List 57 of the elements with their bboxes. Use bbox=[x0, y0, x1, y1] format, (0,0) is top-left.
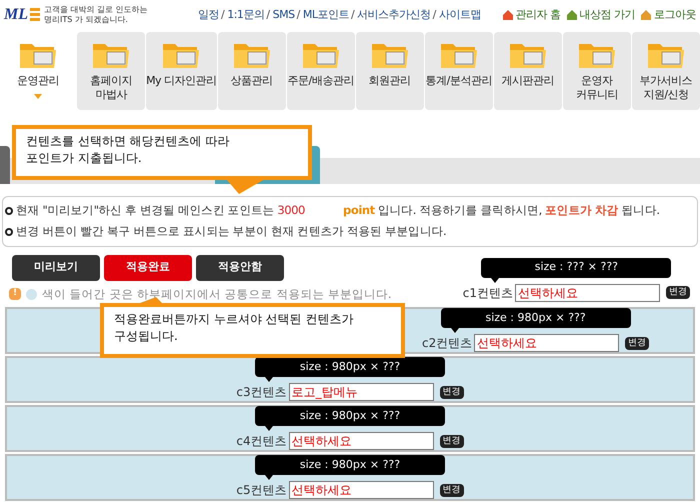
slot-label: c4컨텐츠 bbox=[236, 433, 287, 450]
change-button[interactable]: 변경 bbox=[666, 286, 690, 299]
bullet-icon bbox=[5, 206, 13, 215]
nav-menu-item[interactable]: 운영관리 bbox=[0, 32, 76, 110]
header-link[interactable]: 서비스추가신청 bbox=[357, 6, 431, 24]
nav-menu-item[interactable]: 회원관리 bbox=[356, 32, 424, 110]
change-button[interactable]: 변경 bbox=[440, 434, 464, 448]
slot-label: c1컨텐츠 bbox=[462, 284, 513, 302]
nav-menu-item[interactable]: 상품관리 bbox=[218, 32, 286, 110]
size-label: size : 980px × ??? bbox=[440, 308, 631, 334]
header-link[interactable]: ML포인트 bbox=[302, 6, 349, 24]
size-label: size : 980px × ??? bbox=[254, 357, 445, 382]
slot-label: c3컨텐츠 bbox=[236, 384, 287, 402]
quick-link[interactable]: 로그아웃 bbox=[640, 6, 696, 24]
link-separator: / bbox=[266, 6, 270, 23]
nav-menu-item[interactable]: 주문/배송관리 bbox=[286, 32, 355, 110]
size-label: size : 980px × ??? bbox=[254, 406, 445, 432]
quick-link[interactable]: 내상점 가기 bbox=[566, 6, 635, 24]
size-label: size : 980px × ??? bbox=[254, 455, 445, 480]
nav-menu-item[interactable]: 통계/분석관리 bbox=[424, 32, 493, 110]
change-button[interactable]: 변경 bbox=[440, 386, 464, 399]
size-label: size : ??? × ??? bbox=[481, 258, 672, 282]
nav-menu-item[interactable]: 홈페이지 마법사 bbox=[77, 32, 146, 110]
nav-menu-item[interactable]: My 디자인관리 bbox=[146, 32, 217, 110]
header-link[interactable]: 1:1문의 bbox=[227, 6, 264, 24]
bullet-icon bbox=[5, 228, 13, 236]
nav-menu-item[interactable]: 운영자 커뮤니티 bbox=[562, 32, 631, 110]
caret-icon bbox=[34, 94, 42, 99]
house-icon bbox=[502, 9, 514, 21]
slot-label: c5컨텐츠 bbox=[236, 482, 287, 500]
action-button[interactable]: 적용완료 bbox=[104, 254, 192, 280]
nav-menu-item[interactable]: 게시판관리 bbox=[494, 32, 562, 110]
link-separator: / bbox=[432, 6, 436, 23]
change-button[interactable]: 변경 bbox=[440, 484, 464, 497]
action-button[interactable]: 적용안함 bbox=[196, 254, 284, 280]
action-button[interactable]: 미리보기 bbox=[12, 254, 100, 280]
slot-label: c2컨텐츠 bbox=[422, 335, 472, 352]
change-button[interactable]: 변경 bbox=[625, 336, 650, 350]
nav-menu-item[interactable]: 부가서비스 지원/신청 bbox=[632, 32, 700, 110]
link-separator: / bbox=[350, 6, 354, 23]
header-link[interactable]: 일정 bbox=[198, 6, 219, 24]
content-select-field[interactable]: 선택하세요 bbox=[474, 334, 620, 352]
header-link[interactable]: SMS bbox=[272, 6, 295, 24]
content-select-field[interactable]: 로고_탑메뉴 bbox=[288, 383, 434, 402]
logo[interactable]: ML bbox=[4, 3, 40, 27]
warning-icon: ! bbox=[9, 288, 21, 300]
quick-link[interactable]: 관리자 홈 bbox=[502, 6, 560, 24]
content-select-field[interactable]: 선택하세요 bbox=[288, 481, 434, 500]
link-separator: / bbox=[221, 6, 224, 23]
info-text: 현재 "미리보기"하신 후 변경될 메인스킨 포인트는 3000 point 입니다. 적용하기를 클릭하시면, 포인트가 차감 됩니다. bbox=[16, 202, 660, 219]
link-separator: / bbox=[296, 6, 300, 23]
hint-tooltip: 컨텐츠를 선택하면 해당컨텐츠에 따라 포인트가 지출됩니다. bbox=[12, 125, 312, 194]
header-link[interactable]: 사이트맵 bbox=[438, 6, 481, 24]
content-select-field[interactable]: 선택하세요 bbox=[288, 432, 434, 450]
info-text: 변경 버튼이 빨간 복구 버튼으로 표시되는 부분이 현재 컨텐츠가 적용된 부분입니다. bbox=[16, 223, 446, 240]
slogan: 고객을 대박의 길로 인도하는 명리ITS 가 되겠습니다. bbox=[44, 5, 149, 25]
content-select-field[interactable]: 선택하세요 bbox=[515, 284, 660, 302]
